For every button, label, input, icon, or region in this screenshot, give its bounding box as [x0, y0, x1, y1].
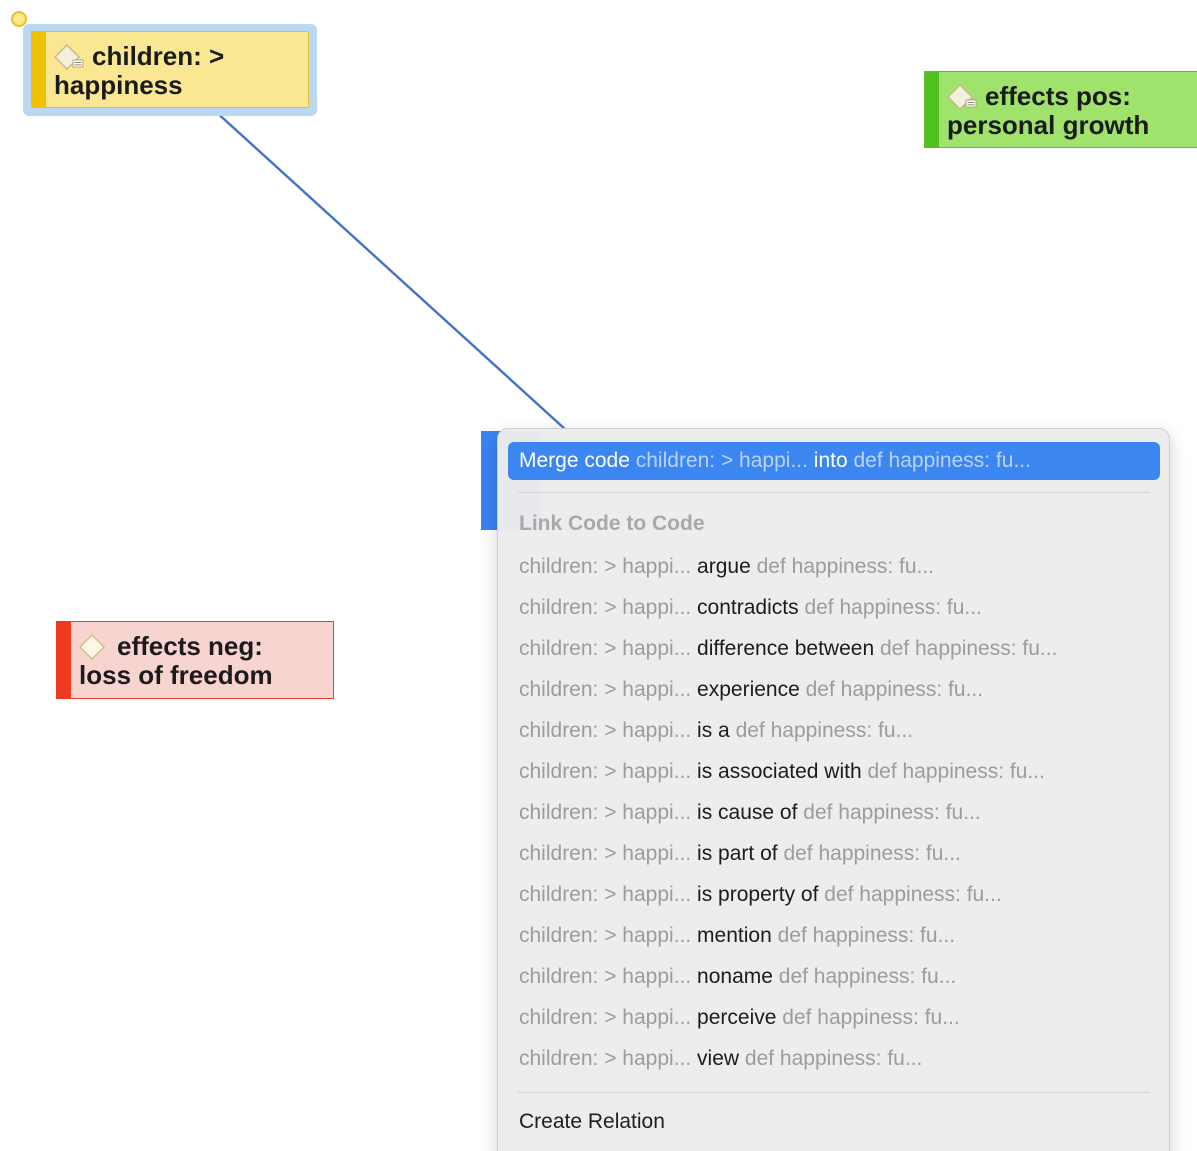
- merge-target: def happiness: fu...: [853, 449, 1031, 472]
- menu-item-link-is-a[interactable]: children: > happi... is a def happiness:…: [519, 716, 913, 746]
- link-target: def happiness: fu...: [756, 555, 935, 578]
- link-source: children: > happi...: [519, 924, 692, 947]
- link-target: def happiness: fu...: [879, 637, 1058, 660]
- menu-item-link-difference-between[interactable]: children: > happi... difference between …: [519, 634, 1057, 664]
- code-node-line1: effects neg:: [117, 631, 263, 661]
- link-relation: view: [697, 1047, 740, 1070]
- code-node-line2: loss of freedom: [79, 660, 273, 690]
- menu-separator: [518, 492, 1150, 493]
- code-node-effects-pos[interactable]: effects pos: personal growth: [924, 71, 1197, 148]
- link-target: def happiness: fu...: [824, 883, 1002, 906]
- link-source: children: > happi...: [519, 883, 692, 906]
- menu-item-link-perceive[interactable]: children: > happi... perceive def happin…: [519, 1003, 960, 1033]
- link-relation: contradicts: [697, 596, 799, 619]
- link-relation: mention: [697, 924, 772, 947]
- menu-section-heading: Link Code to Code: [519, 512, 705, 535]
- link-relation: perceive: [697, 1006, 777, 1029]
- link-target: def happiness: fu...: [804, 596, 982, 619]
- link-source: children: > happi...: [519, 965, 692, 988]
- context-menu: Merge code children: > happi... into def…: [497, 428, 1170, 1151]
- link-target: def happiness: fu...: [777, 924, 956, 947]
- link-source: children: > happi...: [519, 1047, 692, 1070]
- code-node-line2: personal growth: [947, 110, 1150, 140]
- merge-into-label: into: [813, 449, 848, 472]
- link-relation: noname: [697, 965, 773, 988]
- code-node-effects-neg[interactable]: effects neg: loss of freedom: [56, 621, 334, 699]
- link-relation: argue: [697, 555, 751, 578]
- menu-item-merge-code[interactable]: Merge code children: > happi... into def…: [508, 442, 1160, 480]
- link-target: def happiness: fu...: [735, 719, 914, 742]
- menu-item-link-is-associated-with[interactable]: children: > happi... is associated with …: [519, 757, 1045, 787]
- link-relation: is property of: [697, 883, 819, 906]
- menu-item-link-experience[interactable]: children: > happi... experience def happ…: [519, 675, 983, 705]
- link-relation: is cause of: [697, 801, 798, 824]
- menu-item-link-is-part-of[interactable]: children: > happi... is part of def happ…: [519, 839, 961, 869]
- link-source: children: > happi...: [519, 1006, 692, 1029]
- link-relation: is associated with: [697, 760, 862, 783]
- network-canvas[interactable]: children: > happiness effects pos: perso…: [0, 0, 1197, 1151]
- menu-item-link-view[interactable]: children: > happi... view def happiness:…: [519, 1044, 922, 1074]
- code-node-children-happiness[interactable]: children: > happiness: [31, 31, 309, 108]
- link-relation: is a: [697, 719, 730, 742]
- code-memo-icon: [54, 43, 86, 70]
- link-relation: is part of: [697, 842, 778, 865]
- link-source: children: > happi...: [519, 596, 692, 619]
- code-color-stripe: [925, 72, 939, 147]
- menu-item-link-noname[interactable]: children: > happi... noname def happines…: [519, 962, 956, 992]
- code-icon: [79, 633, 111, 660]
- merge-source: children: > happi...: [635, 449, 808, 472]
- menu-item-link-mention[interactable]: children: > happi... mention def happine…: [519, 921, 955, 951]
- merge-label: Merge code: [519, 449, 630, 472]
- link-target: def happiness: fu...: [867, 760, 1045, 783]
- link-source: children: > happi...: [519, 719, 692, 742]
- link-source: children: > happi...: [519, 678, 692, 701]
- resize-handle[interactable]: [11, 11, 27, 27]
- link-source: children: > happi...: [519, 760, 692, 783]
- link-source: children: > happi...: [519, 801, 692, 824]
- link-source: children: > happi...: [519, 842, 692, 865]
- link-target: def happiness: fu...: [805, 678, 984, 701]
- menu-item-create-relation[interactable]: Create Relation: [519, 1110, 665, 1134]
- link-relation: difference between: [697, 637, 875, 660]
- code-node-line2: happiness: [54, 70, 183, 100]
- link-target: def happiness: fu...: [744, 1047, 923, 1070]
- menu-separator: [518, 1092, 1150, 1093]
- code-memo-icon: [947, 83, 979, 110]
- menu-item-link-contradicts[interactable]: children: > happi... contradicts def hap…: [519, 593, 982, 623]
- code-color-stripe: [57, 622, 71, 698]
- menu-item-link-is-cause-of[interactable]: children: > happi... is cause of def hap…: [519, 798, 981, 828]
- code-node-line1: effects pos:: [985, 81, 1131, 111]
- link-source: children: > happi...: [519, 637, 692, 660]
- link-source: children: > happi...: [519, 555, 692, 578]
- link-target: def happiness: fu...: [778, 965, 957, 988]
- menu-item-link-is-property-of[interactable]: children: > happi... is property of def …: [519, 880, 1002, 910]
- link-target: def happiness: fu...: [783, 842, 961, 865]
- code-node-line1: children: >: [92, 41, 225, 71]
- code-color-stripe: [32, 32, 46, 107]
- link-target: def happiness: fu...: [803, 801, 981, 824]
- menu-item-link-argue[interactable]: children: > happi... argue def happiness…: [519, 552, 934, 582]
- link-target: def happiness: fu...: [782, 1006, 960, 1029]
- link-relation: experience: [697, 678, 800, 701]
